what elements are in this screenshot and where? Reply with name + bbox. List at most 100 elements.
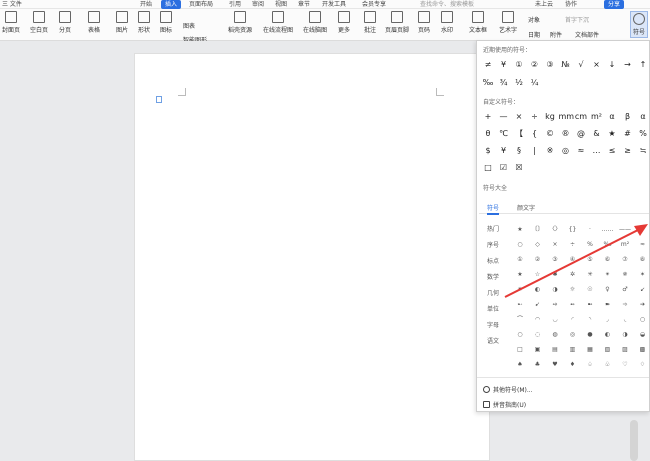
symbol-category[interactable]: 单位 [487,304,499,313]
symbol-cell[interactable]: √ [574,59,588,71]
symbol-cell[interactable]: ③ [548,254,562,266]
symbol-cell[interactable]: ◌ [531,329,545,341]
symbol-cell[interactable]: ① [513,254,527,266]
paste-options-icon[interactable] [156,96,162,103]
symbol-cell[interactable]: ~ [636,224,650,236]
symbol-cell[interactable]: ◍ [548,329,562,341]
symbol-cell[interactable]: ➹ [531,299,545,311]
page-number-button[interactable]: 页码 [418,11,430,34]
symbol-cell[interactable]: ◞ [601,314,615,326]
symbol-cell[interactable]: mm [559,111,575,123]
textbox-button[interactable]: 文本框 [469,11,487,34]
symbol-cell[interactable]: 〔〕 [531,224,545,236]
symbol-cell[interactable]: ★ [513,224,527,236]
object-button[interactable]: 对象 [528,15,540,24]
doc-parts-button[interactable]: 文档部件 [575,30,599,39]
symbol-cell[interactable]: □ [481,162,495,174]
symbol-cell[interactable]: @ [574,128,588,140]
share-button[interactable]: 分享 [604,0,625,9]
symbol-cell[interactable]: …… [601,224,615,236]
symbol-cell[interactable]: | [528,145,542,157]
symbol-cell[interactable]: m² [590,111,604,123]
symbol-cell[interactable]: → [621,59,635,71]
tab-references[interactable]: 引用 [229,0,241,9]
symbol-cell[interactable]: ℃ [497,128,511,140]
header-footer-button[interactable]: 页眉页脚 [385,11,409,34]
symbol-cell[interactable]: ≥ [621,145,635,157]
symbol-cell[interactable]: cm [574,111,588,123]
symbol-button[interactable]: 符号 [630,11,649,38]
symbol-cell[interactable]: α [636,111,650,123]
symbol-cell[interactable]: —— [618,224,632,236]
symbol-cell[interactable]: □ [513,344,527,356]
symbol-cell[interactable]: ≈ [636,239,650,251]
symbol-cell[interactable]: ≤ [605,145,619,157]
blank-page-button[interactable]: 空白页 [30,11,48,34]
symbol-cell[interactable]: ▣ [531,344,545,356]
symbol-cell[interactable]: ▩ [636,344,650,356]
icon-button[interactable]: 图标 [160,11,172,34]
symbol-cell[interactable]: & [590,128,604,140]
symbol-cell[interactable]: ⑧ [636,254,650,266]
symbol-cell[interactable]: … [590,145,604,157]
symbol-category[interactable]: 几何 [487,288,499,297]
symbol-cell[interactable]: ○ [636,314,650,326]
symbol-cell[interactable]: ➸ [513,299,527,311]
symbol-cell[interactable]: ✱ [548,269,562,281]
symbol-cell[interactable]: ≒ [636,145,650,157]
symbol-cell[interactable]: ③ [543,59,557,71]
symbol-cell[interactable]: ÷ [566,239,580,251]
symbol-cell[interactable]: ® [559,128,573,140]
symbol-cell[interactable]: ☼ [566,284,580,296]
symbol-cell[interactable]: ☉ [583,284,597,296]
symbol-cell[interactable]: ÷ [528,111,542,123]
symbol-cell[interactable]: kg [543,111,557,123]
tab-kaomoji[interactable]: 颜文字 [517,203,535,212]
symbol-cell[interactable]: ✵ [618,269,632,281]
symbol-cell[interactable]: ¼ [528,77,542,89]
symbol-cell[interactable]: ⑥ [601,254,615,266]
symbol-cell[interactable]: ※ [543,145,557,157]
symbol-cell[interactable]: 〈〉 [548,224,562,236]
symbol-cell[interactable]: ➻ [566,299,580,311]
symbol-cell[interactable]: % [636,128,650,140]
symbol-cell[interactable]: ◑ [618,329,632,341]
tab-file[interactable]: 三 文件 [2,0,22,9]
symbol-cell[interactable]: ▧ [601,344,615,356]
symbol-cell[interactable]: ↑ [636,59,650,71]
tab-home[interactable]: 开始 [140,0,152,9]
symbol-cell[interactable]: ½ [512,77,526,89]
comment-button[interactable]: 批注 [364,11,376,34]
symbol-cell[interactable]: $ [481,145,495,157]
symbol-cell[interactable]: ♡ [618,359,632,371]
symbol-cell[interactable]: ‰ [601,239,615,251]
symbol-cell[interactable]: © [543,128,557,140]
symbol-cell[interactable]: ★ [513,269,527,281]
symbol-category[interactable]: 语文 [487,336,499,345]
symbol-cell[interactable]: ◠ [531,314,545,326]
symbol-cell[interactable]: ♤ [583,359,597,371]
vertical-scrollbar[interactable] [630,420,638,461]
symbol-cell[interactable]: ♥ [548,359,562,371]
symbol-cell[interactable]: ◐ [601,329,615,341]
symbol-cell[interactable]: ♀ [601,284,615,296]
symbol-cell[interactable]: ♣ [531,359,545,371]
symbol-cell[interactable]: + [481,111,495,123]
document-page[interactable] [134,53,490,461]
page-break-button[interactable]: 分页 [59,11,71,34]
symbol-cell[interactable]: { [528,128,542,140]
symbol-cell[interactable]: ④ [566,254,580,266]
symbol-cell[interactable]: ○ [513,329,527,341]
symbol-cell[interactable]: ✳ [583,269,597,281]
symbol-cell[interactable]: ◝ [583,314,597,326]
wordart-button[interactable]: 艺术字 [499,11,517,34]
symbol-cell[interactable]: β [621,111,635,123]
symbol-category[interactable]: 序号 [487,240,499,249]
symbol-cell[interactable]: ✷ [513,284,527,296]
symbol-category[interactable]: 热门 [487,224,499,233]
symbol-cell[interactable]: ② [531,254,545,266]
collab-button[interactable]: 协作 [565,0,577,9]
symbol-cell[interactable]: ♂ [618,284,632,296]
chart-button[interactable]: 图表 [183,21,195,30]
symbol-cell[interactable]: ◑ [548,284,562,296]
